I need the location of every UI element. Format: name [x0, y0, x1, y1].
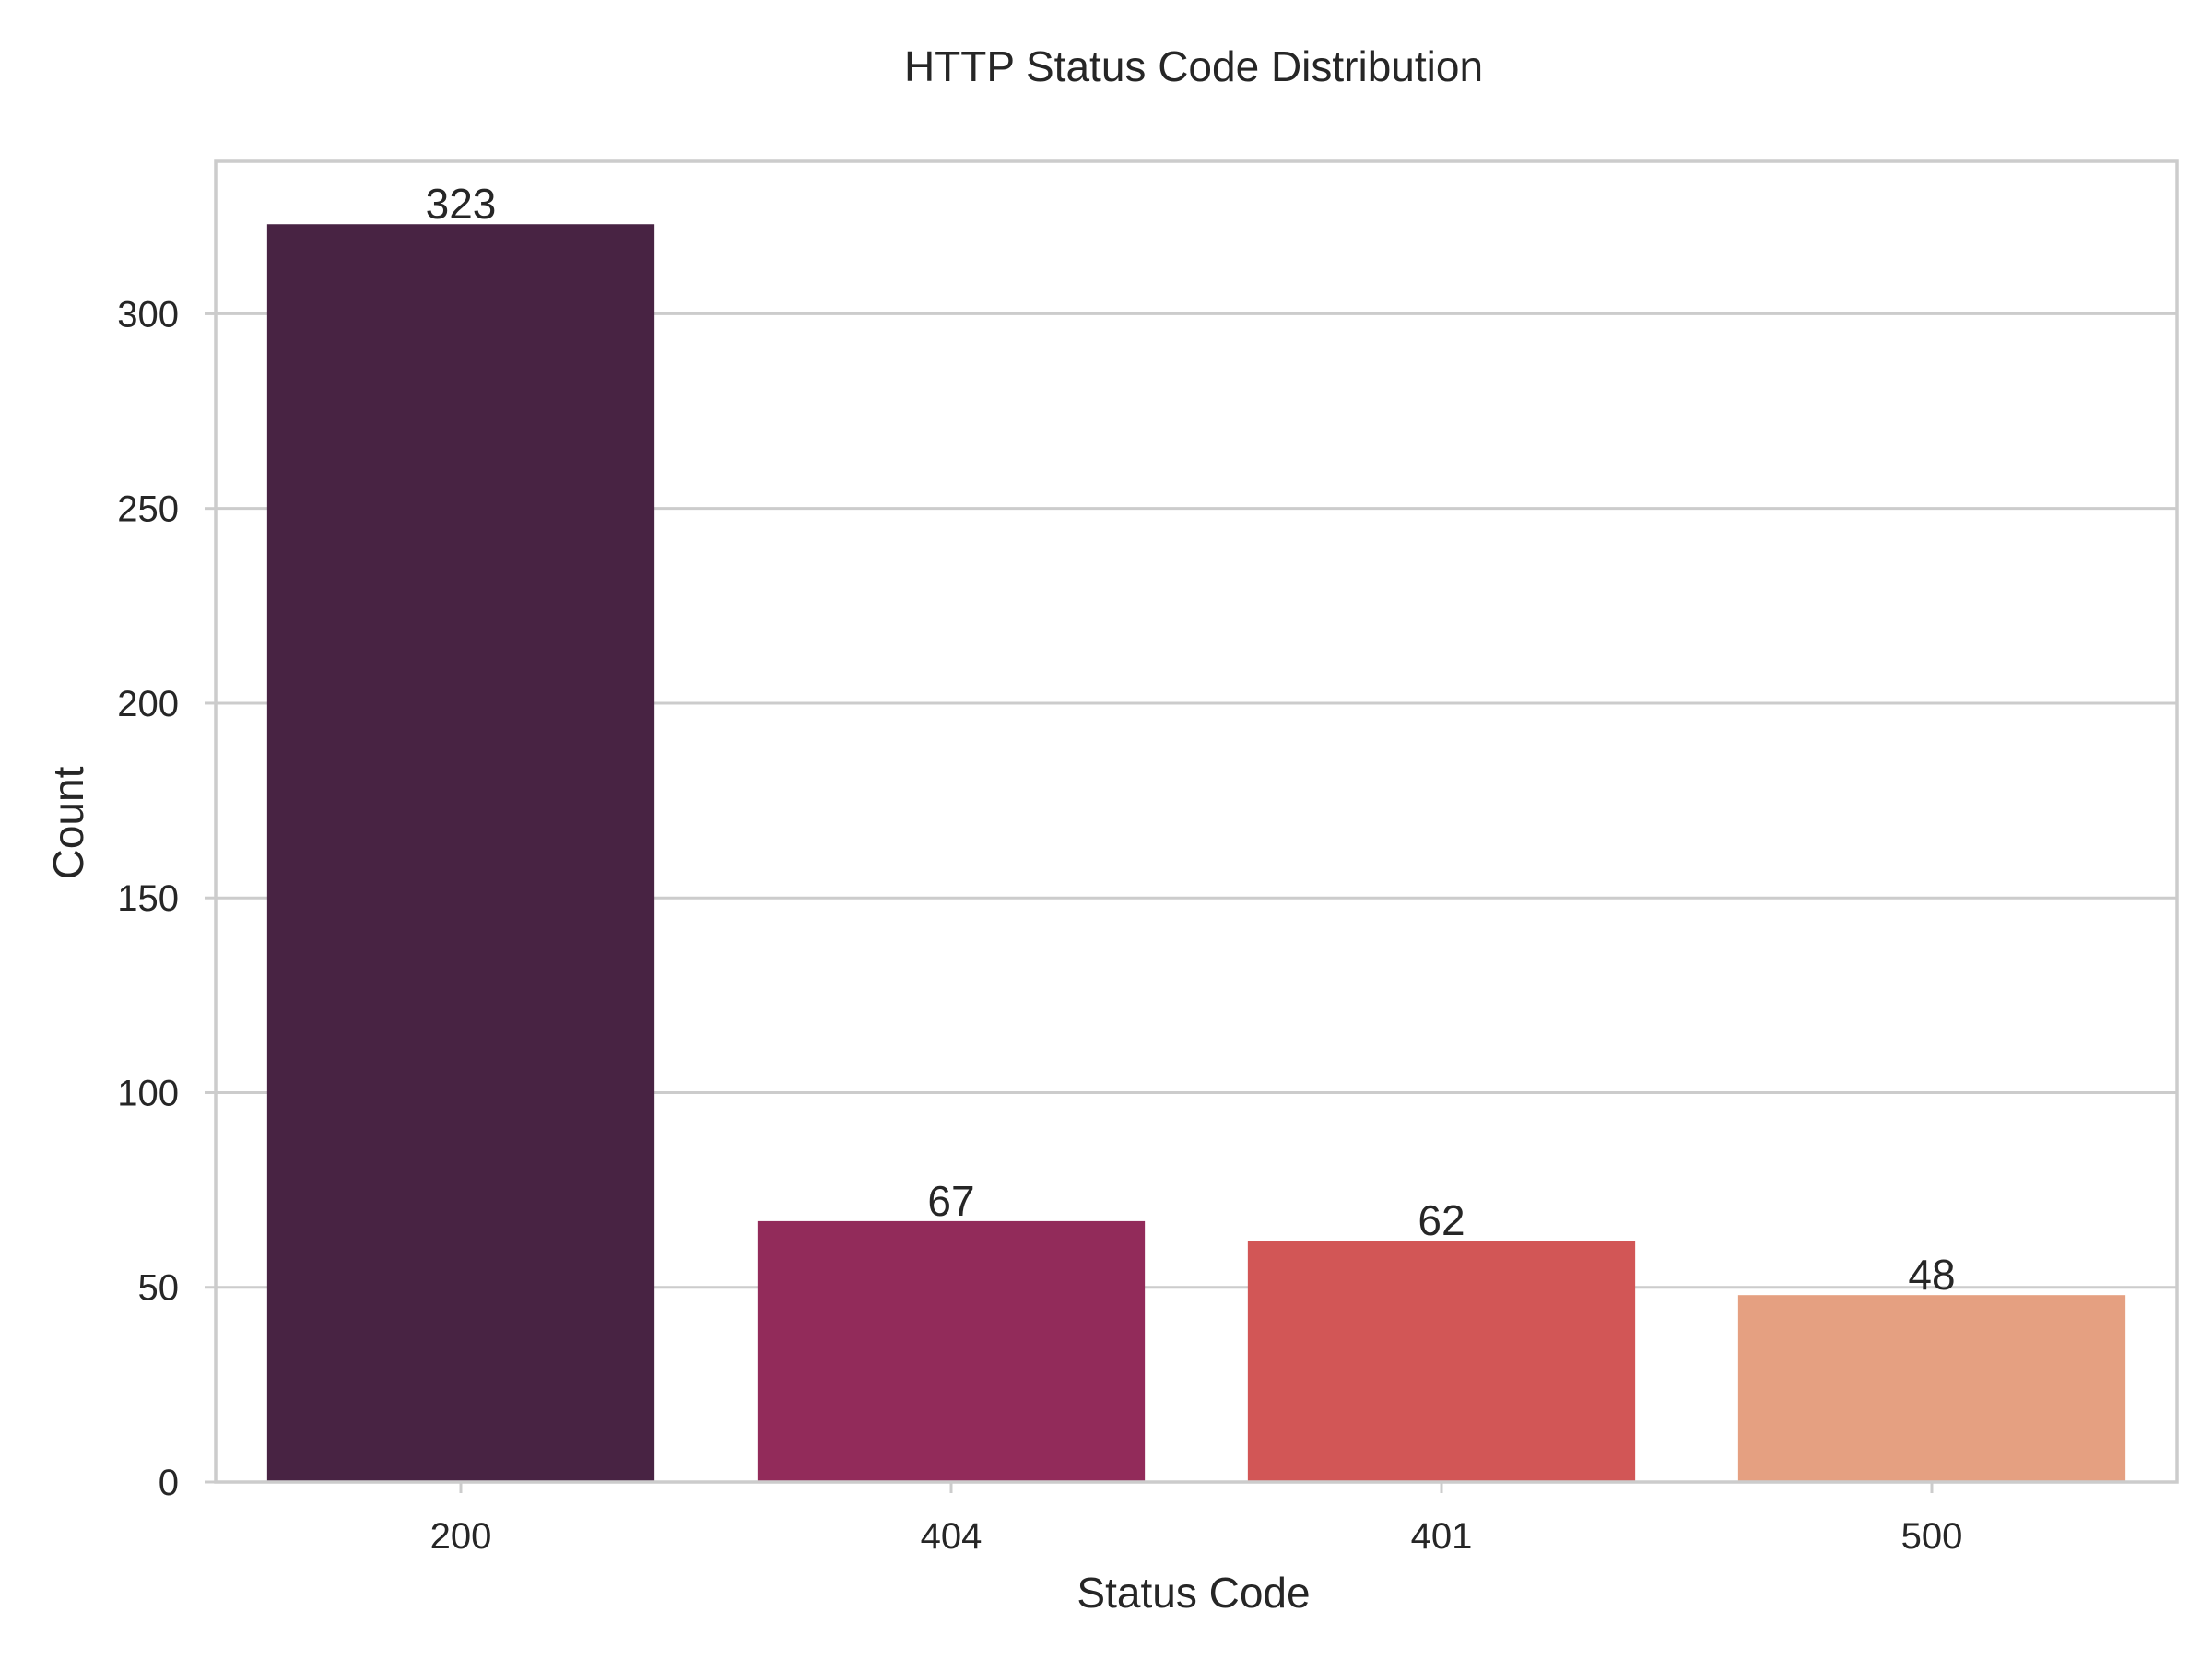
y-tick-label-100: 100: [117, 1073, 179, 1113]
y-tick-label-250: 250: [117, 489, 179, 530]
x-tick-label-404: 404: [921, 1516, 982, 1557]
y-tick-label-50: 50: [138, 1268, 180, 1309]
y-tick-label-150: 150: [117, 878, 179, 919]
bar-401: [1247, 1241, 1636, 1482]
bar-404: [757, 1220, 1146, 1482]
bar-500: [1737, 1295, 2126, 1482]
x-axis-label: Status Code: [1077, 1569, 1310, 1617]
bar-200: [266, 224, 655, 1483]
y-tick-label-300: 300: [117, 294, 179, 335]
y-tick-label-0: 0: [159, 1463, 179, 1503]
x-tick-label-200: 200: [430, 1516, 492, 1557]
y-axis-label: Count: [44, 766, 92, 879]
x-tick-label-500: 500: [1901, 1516, 1963, 1557]
y-tick-label-200: 200: [117, 684, 179, 724]
data-label-401: 62: [1418, 1196, 1465, 1244]
bar-chart: HTTP Status Code Distribution 0 50 100 150 2…: [0, 0, 2212, 1659]
data-label-500: 48: [1908, 1251, 1955, 1299]
chart-container: HTTP Status Code Distribution 0 50 100 150 2…: [0, 0, 2212, 1659]
data-label-404: 67: [927, 1177, 974, 1225]
x-tick-label-401: 401: [1411, 1516, 1473, 1557]
data-label-200: 323: [426, 180, 497, 228]
chart-title: HTTP Status Code Distribution: [904, 42, 1483, 90]
